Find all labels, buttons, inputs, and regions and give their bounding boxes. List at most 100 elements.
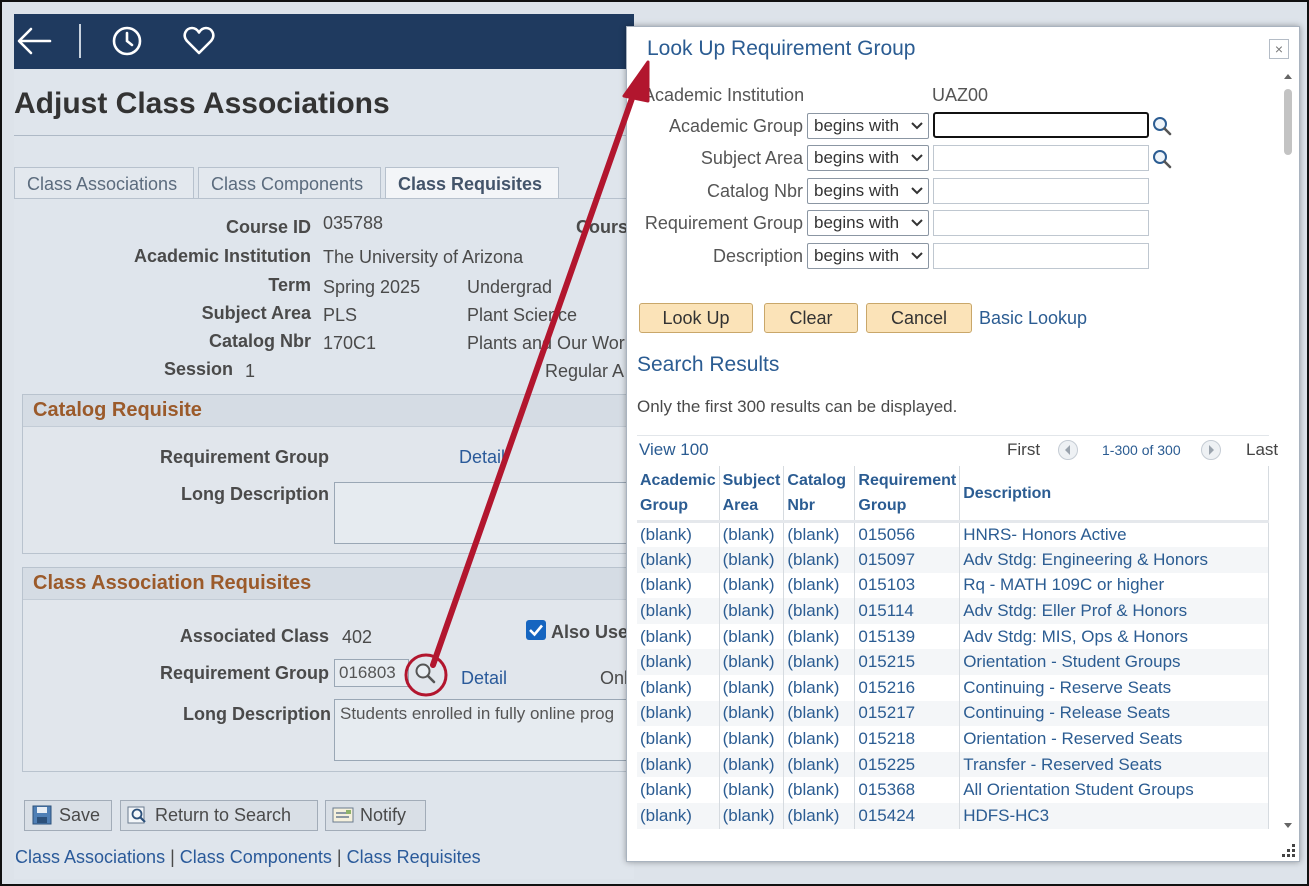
cell-subject-area[interactable]: (blank) xyxy=(719,572,785,599)
cell-academic-group[interactable]: (blank) xyxy=(637,726,720,752)
return-to-search-button[interactable]: Return to Search xyxy=(120,800,318,831)
heart-icon[interactable] xyxy=(182,24,216,58)
clock-icon[interactable] xyxy=(110,24,144,58)
cell-catalog-nbr[interactable]: (blank) xyxy=(783,675,856,701)
bottom-link-class-requisites[interactable]: Class Requisites xyxy=(347,847,481,867)
operator-select-description[interactable]: begins with xyxy=(807,243,929,269)
table-row[interactable]: (blank) (blank) (blank) 015114 Adv Stdg: Ell… xyxy=(637,598,1269,624)
modal-scrollbar[interactable] xyxy=(1283,71,1293,831)
cell-academic-group[interactable]: (blank) xyxy=(637,572,720,599)
cell-requirement-group[interactable]: 015424 xyxy=(854,803,961,829)
operator-select-requirement-group[interactable]: begins with xyxy=(807,210,929,236)
cell-requirement-group[interactable]: 015139 xyxy=(854,623,961,650)
cell-catalog-nbr[interactable]: (blank) xyxy=(783,751,856,778)
cell-subject-area[interactable]: (blank) xyxy=(719,726,785,752)
cell-description[interactable]: Orientation - Student Groups xyxy=(959,649,1269,676)
table-row[interactable]: (blank) (blank) (blank) 015225 Transfer - Re… xyxy=(637,751,1269,778)
cell-academic-group[interactable]: (blank) xyxy=(637,521,720,548)
clear-button[interactable]: Clear xyxy=(764,303,858,333)
catalog-long-desc-field[interactable] xyxy=(334,482,634,544)
look-up-button[interactable]: Look Up xyxy=(639,303,753,333)
table-row[interactable]: (blank) (blank) (blank) 015215 Orientation -… xyxy=(637,649,1269,676)
basic-lookup-link[interactable]: Basic Lookup xyxy=(979,308,1087,329)
cell-catalog-nbr[interactable]: (blank) xyxy=(783,777,856,804)
cell-subject-area[interactable]: (blank) xyxy=(719,803,785,829)
table-row[interactable]: (blank) (blank) (blank) 015139 Adv Stdg: MIS… xyxy=(637,623,1269,650)
cell-requirement-group[interactable]: 015215 xyxy=(854,649,961,676)
cell-requirement-group[interactable]: 015218 xyxy=(854,726,961,752)
table-row[interactable]: (blank) (blank) (blank) 015216 Continuing - … xyxy=(637,675,1269,701)
next-page-button[interactable] xyxy=(1201,440,1221,460)
tab-class-associations[interactable]: Class Associations xyxy=(14,167,194,199)
cell-catalog-nbr[interactable]: (blank) xyxy=(783,547,856,573)
cancel-button[interactable]: Cancel xyxy=(866,303,972,333)
cell-description[interactable]: All Orientation Student Groups xyxy=(959,777,1269,804)
notify-button[interactable]: Notify xyxy=(325,800,426,831)
requirement-group-input[interactable] xyxy=(933,210,1149,236)
cell-catalog-nbr[interactable]: (blank) xyxy=(783,700,856,727)
bottom-link-class-components[interactable]: Class Components xyxy=(180,847,332,867)
academic-group-input[interactable] xyxy=(933,112,1149,138)
cell-requirement-group[interactable]: 015097 xyxy=(854,547,961,573)
cell-description[interactable]: Transfer - Reserved Seats xyxy=(959,751,1269,778)
cell-subject-area[interactable]: (blank) xyxy=(719,649,785,676)
cell-academic-group[interactable]: (blank) xyxy=(637,675,720,701)
cell-description[interactable]: HDFS-HC3 xyxy=(959,803,1269,829)
class-long-desc-field[interactable]: Students enrolled in fully online prog xyxy=(334,699,634,761)
catalog-nbr-input[interactable] xyxy=(933,178,1149,204)
cell-requirement-group[interactable]: 015056 xyxy=(854,521,961,548)
cell-description[interactable]: Continuing - Reserve Seats xyxy=(959,675,1269,701)
cell-catalog-nbr[interactable]: (blank) xyxy=(783,803,856,829)
table-row[interactable]: (blank) (blank) (blank) 015424 HDFS-HC3 xyxy=(637,803,1269,829)
magnifier-icon[interactable] xyxy=(1151,115,1173,137)
cell-subject-area[interactable]: (blank) xyxy=(719,700,785,727)
table-row[interactable]: (blank) (blank) (blank) 015097 Adv Stdg: Eng… xyxy=(637,547,1269,573)
view-100-link[interactable]: View 100 xyxy=(639,440,709,460)
cell-subject-area[interactable]: (blank) xyxy=(719,598,785,624)
operator-select-subject-area[interactable]: begins with xyxy=(807,145,929,171)
magnifier-icon[interactable] xyxy=(1151,148,1173,170)
table-row[interactable]: (blank) (blank) (blank) 015368 All Orientati… xyxy=(637,777,1269,804)
cell-subject-area[interactable]: (blank) xyxy=(719,777,785,804)
cell-subject-area[interactable]: (blank) xyxy=(719,547,785,573)
cell-description[interactable]: Adv Stdg: MIS, Ops & Honors xyxy=(959,623,1269,650)
cell-requirement-group[interactable]: 015216 xyxy=(854,675,961,701)
cell-subject-area[interactable]: (blank) xyxy=(719,623,785,650)
close-button[interactable]: × xyxy=(1269,39,1289,59)
table-row[interactable]: (blank) (blank) (blank) 015217 Continuing - … xyxy=(637,700,1269,727)
class-req-group-input[interactable]: 016803 xyxy=(334,659,409,687)
catalog-req-detail-link[interactable]: Detail xyxy=(459,447,505,468)
cell-subject-area[interactable]: (blank) xyxy=(719,521,785,548)
operator-select-catalog-nbr[interactable]: begins with xyxy=(807,178,929,204)
back-arrow-icon[interactable] xyxy=(16,24,52,58)
cell-description[interactable]: HNRS- Honors Active xyxy=(959,521,1269,548)
cell-academic-group[interactable]: (blank) xyxy=(637,803,720,829)
col-header-subject-area[interactable]: Subject Area xyxy=(719,466,785,523)
cell-academic-group[interactable]: (blank) xyxy=(637,547,720,573)
cell-academic-group[interactable]: (blank) xyxy=(637,700,720,727)
tab-class-components[interactable]: Class Components xyxy=(198,167,381,199)
col-header-academic-group[interactable]: Academic Group xyxy=(637,466,720,523)
cell-catalog-nbr[interactable]: (blank) xyxy=(783,598,856,624)
scroll-thumb[interactable] xyxy=(1284,89,1292,155)
cell-catalog-nbr[interactable]: (blank) xyxy=(783,726,856,752)
magnifier-icon[interactable] xyxy=(413,661,437,685)
subject-area-input[interactable] xyxy=(933,145,1149,171)
col-header-catalog-nbr[interactable]: Catalog Nbr xyxy=(783,466,856,523)
resize-grip-icon[interactable] xyxy=(1279,841,1297,859)
cell-academic-group[interactable]: (blank) xyxy=(637,777,720,804)
col-header-description[interactable]: Description xyxy=(959,466,1269,523)
cell-description[interactable]: Orientation - Reserved Seats xyxy=(959,726,1269,752)
cell-requirement-group[interactable]: 015114 xyxy=(854,598,961,624)
cell-description[interactable]: Adv Stdg: Eller Prof & Honors xyxy=(959,598,1269,624)
also-use-checkbox[interactable] xyxy=(526,620,546,640)
cell-academic-group[interactable]: (blank) xyxy=(637,623,720,650)
cell-requirement-group[interactable]: 015217 xyxy=(854,700,961,727)
description-input[interactable] xyxy=(933,243,1149,269)
cell-catalog-nbr[interactable]: (blank) xyxy=(783,572,856,599)
cell-subject-area[interactable]: (blank) xyxy=(719,675,785,701)
cell-academic-group[interactable]: (blank) xyxy=(637,649,720,676)
operator-select-academic-group[interactable]: begins with xyxy=(807,113,929,139)
cell-requirement-group[interactable]: 015225 xyxy=(854,751,961,778)
cell-subject-area[interactable]: (blank) xyxy=(719,751,785,778)
